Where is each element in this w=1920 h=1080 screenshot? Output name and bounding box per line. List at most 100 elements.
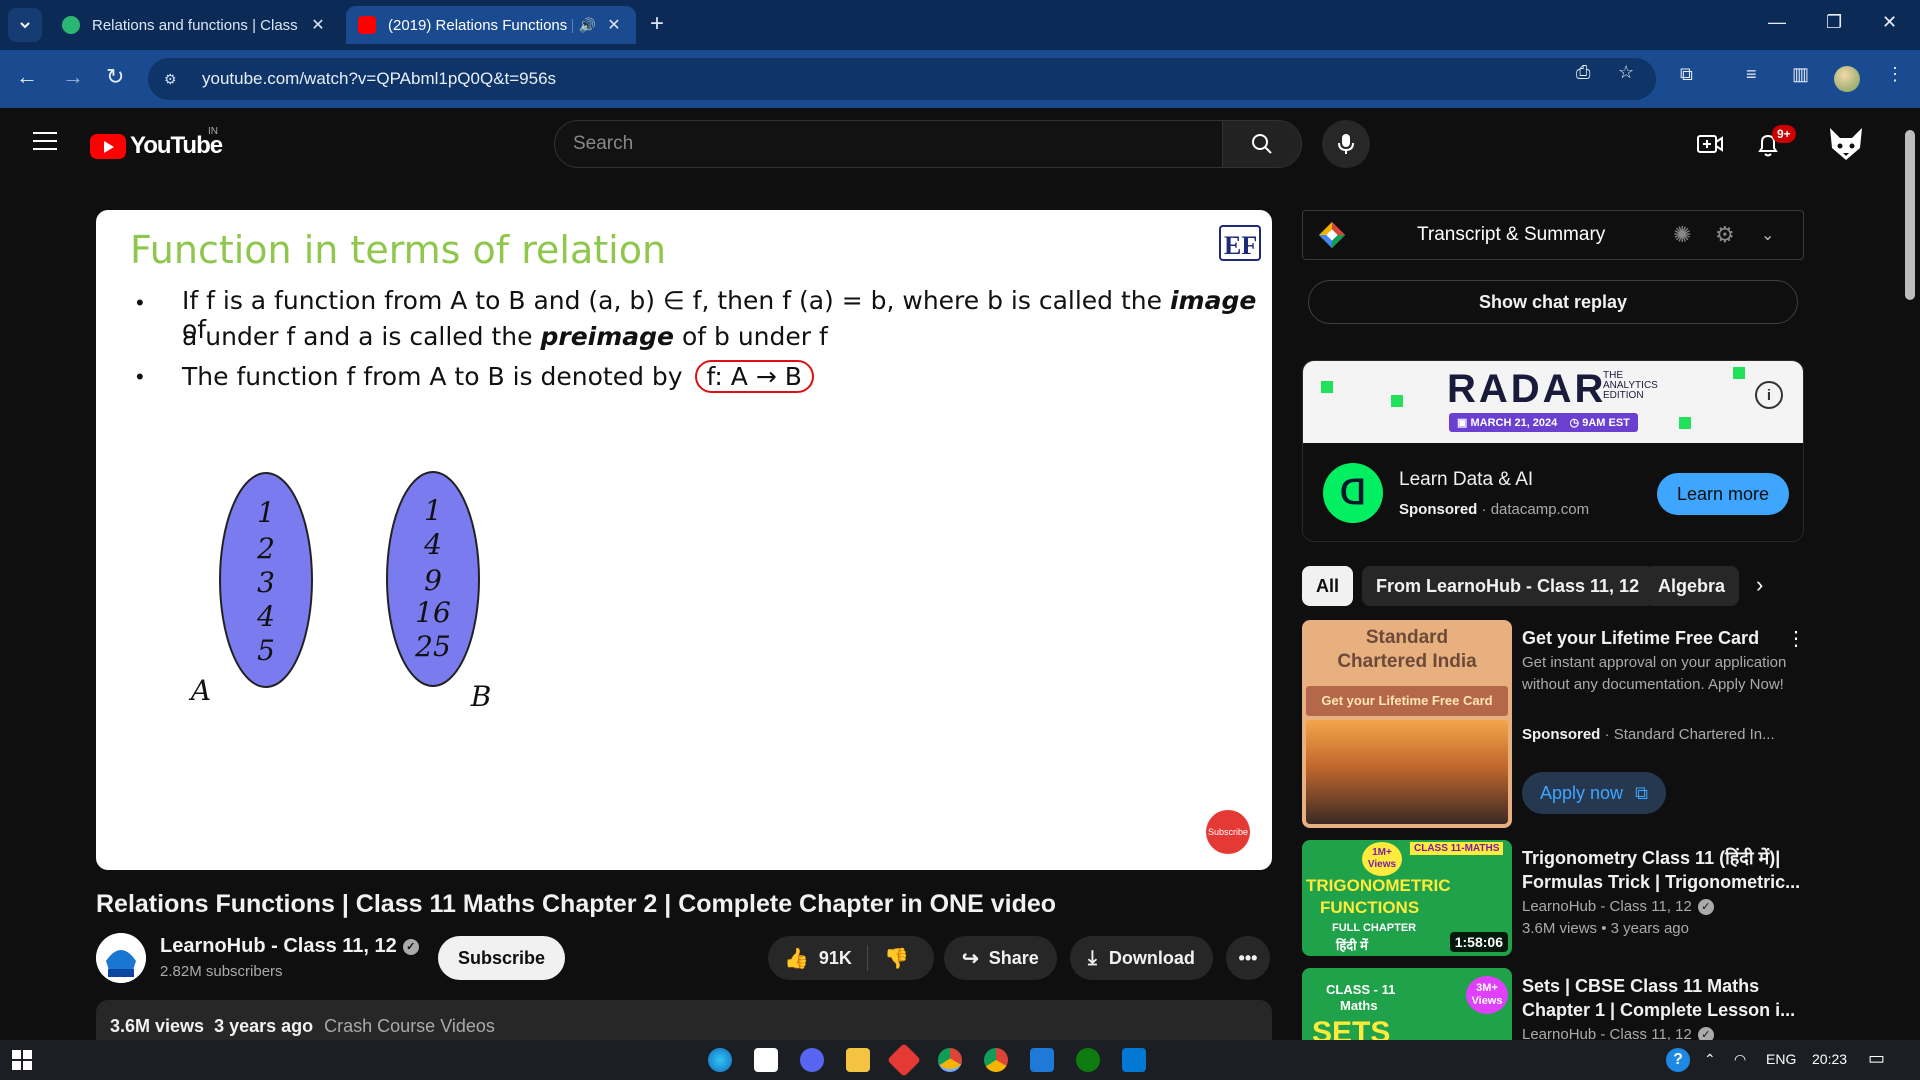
decor-square — [1679, 417, 1691, 429]
chevron-right-icon[interactable]: › — [1756, 572, 1763, 598]
clock[interactable]: 20:23 — [1812, 1051, 1847, 1067]
bookmark-star-icon[interactable]: ☆ — [1618, 62, 1634, 83]
thumb-text: FUNCTIONS — [1320, 898, 1420, 917]
extensions-icon[interactable]: ⧉ — [1680, 64, 1693, 85]
settings-gear-icon[interactable]: ⚙ — [1715, 222, 1735, 248]
download-button[interactable]: ⤓ Download — [1070, 936, 1213, 980]
channel-name[interactable]: LearnoHub - Class 11, 12 ✓ — [160, 935, 419, 958]
browser-tab[interactable]: Relations and functions | Class 1 ✕ — [50, 6, 340, 44]
set-a-item: 2 — [256, 532, 275, 565]
create-video-icon[interactable] — [1696, 132, 1724, 161]
dislike-button[interactable]: 👎 — [868, 946, 909, 971]
scrollbar-thumb[interactable] — [1905, 130, 1915, 300]
video-thumbnail[interactable]: 1M+ Views CLASS 11-MATHS TRIGONOMETRIC F… — [1302, 840, 1512, 956]
close-tab-icon[interactable]: ✕ — [604, 15, 624, 35]
tray-expand-icon[interactable]: ⌃ — [1704, 1051, 1716, 1068]
minimize-icon[interactable]: — — [1768, 12, 1786, 33]
store-icon[interactable] — [754, 1048, 778, 1072]
forward-icon[interactable]: → — [62, 64, 84, 90]
rec-meta: 3.6M views • 3 years ago — [1522, 920, 1689, 937]
notifications-icon[interactable]: ▭ — [1868, 1048, 1885, 1069]
transcript-summary-panel[interactable]: Transcript & Summary ✺ ⚙ ⌄ — [1302, 210, 1804, 260]
wifi-icon[interactable]: ◠ — [1734, 1051, 1746, 1068]
share-button[interactable]: ↪ Share — [944, 936, 1057, 980]
install-app-icon[interactable]: ⎙ — [1576, 62, 1590, 83]
notification-badge: 9+ — [1772, 125, 1796, 143]
chrome-profile-icon[interactable] — [984, 1048, 1008, 1072]
ad-banner[interactable]: RADAR THE ANALYTICS EDITION ▣ MARCH 21, … — [1303, 361, 1803, 443]
edge-icon[interactable] — [708, 1048, 732, 1072]
page-scrollbar[interactable] — [1900, 108, 1920, 1038]
address-bar[interactable]: ⚙ youtube.com/watch?v=QPAbml1pQ0Q&t=956s — [148, 58, 1656, 100]
reload-icon[interactable]: ↻ — [106, 64, 124, 90]
learn-more-button[interactable]: Learn more — [1657, 473, 1790, 515]
hamburger-menu-icon[interactable] — [33, 132, 57, 156]
video-player[interactable]: Function in terms of relation • If f is … — [96, 210, 1272, 870]
file-explorer-icon[interactable] — [846, 1048, 870, 1072]
discord-icon[interactable] — [800, 1048, 824, 1072]
subscribe-watermark[interactable]: Subscribe — [1206, 810, 1250, 854]
slide-text: The function f from A to B is denoted by — [182, 362, 691, 391]
set-b-item: 4 — [423, 528, 442, 561]
bullet-icon: • — [136, 290, 144, 315]
close-window-icon[interactable]: ✕ — [1882, 12, 1897, 33]
chip-algebra[interactable]: Algebra — [1644, 566, 1740, 606]
recommended-video-item[interactable]: CLASS - 11 Maths SETS 3M+ Views Sets | C… — [1302, 968, 1822, 1040]
restore-icon[interactable]: ❐ — [1826, 12, 1842, 33]
vscode-icon[interactable] — [1122, 1048, 1146, 1072]
video-thumbnail[interactable]: CLASS - 11 Maths SETS 3M+ Views — [1302, 968, 1512, 1040]
thumb-photo — [1306, 720, 1508, 824]
recommended-video-item[interactable]: 1M+ Views CLASS 11-MATHS TRIGONOMETRIC F… — [1302, 840, 1822, 960]
country-code: IN — [208, 126, 218, 137]
side-panel-icon[interactable]: ▥ — [1792, 64, 1809, 85]
chrome-icon[interactable] — [938, 1048, 962, 1072]
ad-thumbnail[interactable]: Standard Chartered India Get your Lifeti… — [1302, 620, 1512, 828]
voice-search-button[interactable] — [1322, 120, 1370, 168]
more-actions-button[interactable]: ••• — [1226, 936, 1270, 980]
rec-channel[interactable]: LearnoHub - Class 11, 12 ✓ — [1522, 1024, 1802, 1040]
new-tab-button[interactable]: + — [650, 10, 664, 38]
rec-title[interactable]: Sets | CBSE Class 11 Maths Chapter 1 | C… — [1522, 974, 1802, 1022]
slide-emphasis: preimage — [540, 322, 675, 351]
anydesk-icon[interactable] — [887, 1043, 921, 1077]
description-box[interactable]: 3.6M views 3 years ago Crash Course Vide… — [96, 1000, 1272, 1040]
browser-profile-avatar[interactable] — [1834, 66, 1860, 92]
tab-search-button[interactable] — [8, 8, 42, 42]
recommended-ad-item[interactable]: Standard Chartered India Get your Lifeti… — [1302, 620, 1822, 830]
youtube-logo[interactable]: YouTube IN — [90, 126, 223, 160]
media-control-icon[interactable]: ≡ — [1746, 64, 1757, 85]
external-link-icon: ⧉ — [1635, 782, 1648, 803]
virtualbox-icon[interactable] — [1030, 1048, 1054, 1072]
channel-avatar[interactable] — [96, 933, 146, 983]
audio-playing-icon[interactable]: 🔊 — [579, 17, 596, 34]
chip-all[interactable]: All — [1302, 566, 1354, 606]
search-input[interactable] — [573, 133, 1223, 155]
apply-now-button[interactable]: Apply now ⧉ — [1522, 772, 1666, 814]
chevron-down-icon[interactable]: ⌄ — [1761, 225, 1774, 245]
ad-body[interactable]: ᗡ Learn Data & AI Sponsored · datacamp.c… — [1303, 443, 1803, 541]
user-avatar[interactable] — [1826, 124, 1866, 164]
subscribe-button[interactable]: Subscribe — [438, 936, 566, 980]
search-box[interactable] — [554, 120, 1224, 168]
video-tag[interactable]: Crash Course Videos — [324, 1016, 495, 1036]
ad-info-icon[interactable]: i — [1755, 381, 1783, 409]
help-icon[interactable]: ? — [1666, 1048, 1690, 1072]
site-info-icon[interactable]: ⚙ — [164, 71, 186, 88]
rec-title[interactable]: Trigonometry Class 11 (हिंदी में)| Formu… — [1522, 846, 1802, 894]
more-vert-icon[interactable]: ⋮ — [1786, 626, 1806, 651]
close-tab-icon[interactable]: ✕ — [308, 15, 328, 35]
rec-channel[interactable]: LearnoHub - Class 11, 12 ✓ — [1522, 896, 1802, 918]
xbox-icon[interactable] — [1076, 1048, 1100, 1072]
search-button[interactable] — [1222, 120, 1302, 168]
browser-tab-active[interactable]: (2019) Relations Functions | 🔊 ✕ — [346, 6, 636, 44]
menu-kebab-icon[interactable]: ⋮ — [1886, 64, 1904, 85]
show-chat-replay-button[interactable]: Show chat replay — [1308, 280, 1798, 324]
language-indicator[interactable]: ENG — [1766, 1051, 1796, 1067]
rec-title[interactable]: Get your Lifetime Free Card — [1522, 626, 1802, 650]
openai-icon[interactable]: ✺ — [1673, 222, 1691, 248]
windows-start-icon[interactable] — [12, 1050, 32, 1070]
sponsored-ad-card[interactable]: RADAR THE ANALYTICS EDITION ▣ MARCH 21, … — [1302, 360, 1804, 542]
chip-from-channel[interactable]: From LearnoHub - Class 11, 12 — [1362, 566, 1654, 606]
back-icon[interactable]: ← — [16, 64, 38, 90]
like-button[interactable]: 👍 91K — [768, 945, 868, 971]
